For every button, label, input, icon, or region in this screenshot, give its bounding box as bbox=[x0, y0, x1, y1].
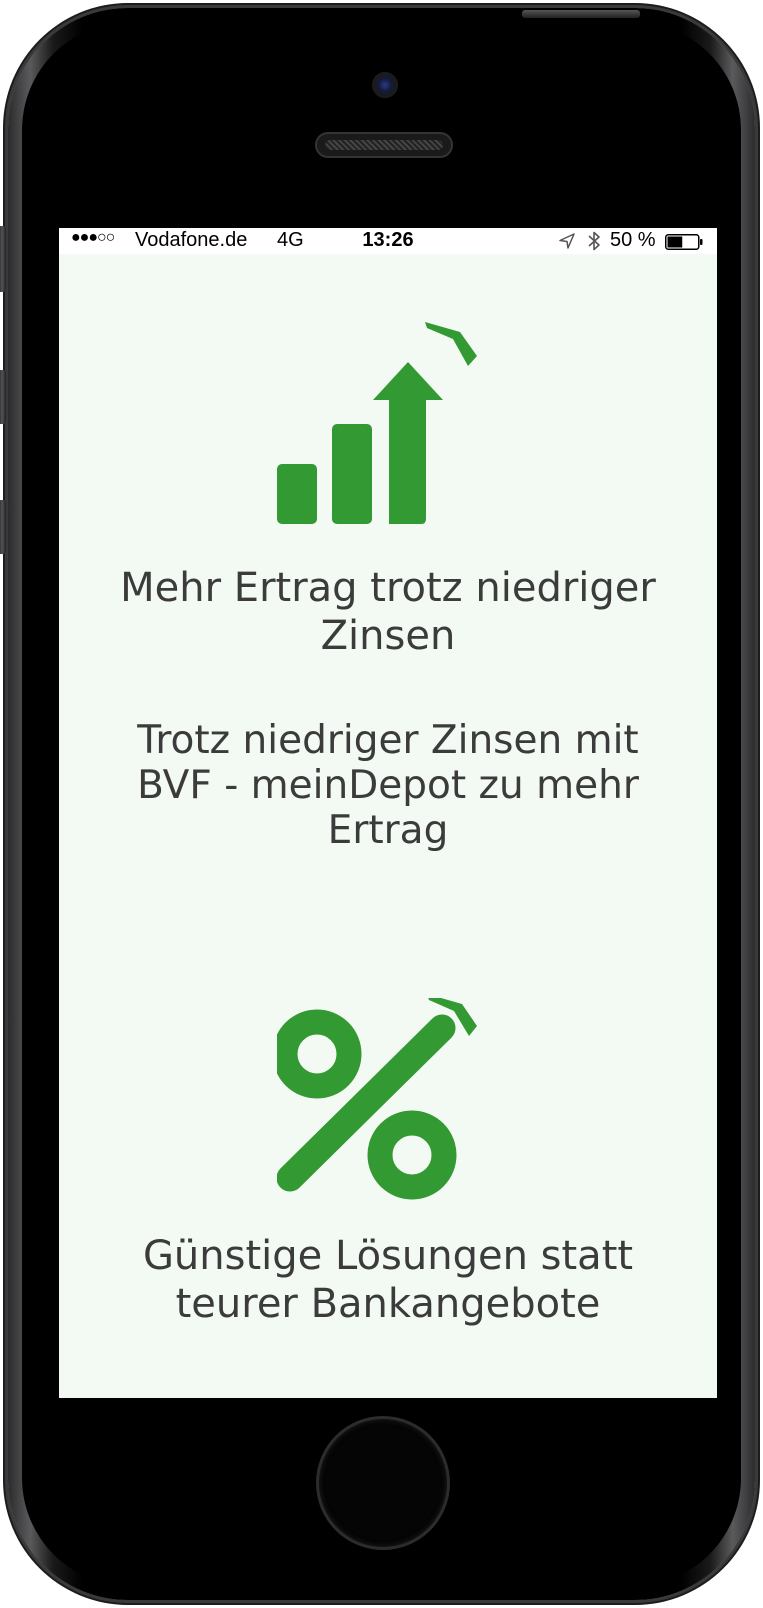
power-button bbox=[522, 10, 640, 18]
volume-up-button bbox=[0, 370, 6, 424]
app-screen: ●●●○○ Vodafone.de 4G 13:26 50 % Mehr Ert… bbox=[59, 228, 717, 1398]
volume-down-button bbox=[0, 500, 6, 554]
feature-title-returns: Mehr Ertrag trotz niedriger Zinsen bbox=[120, 565, 656, 659]
battery-icon bbox=[665, 234, 703, 250]
feature-title-low-cost: Günstige Lösungen statt teurer Bankangeb… bbox=[142, 1233, 634, 1327]
feature-description-returns: Trotz niedriger Zinsen mit BVF - meinDep… bbox=[137, 718, 639, 853]
mute-switch bbox=[0, 226, 6, 292]
bluetooth-icon bbox=[588, 231, 600, 251]
earpiece-speaker bbox=[315, 132, 453, 158]
status-bar: ●●●○○ Vodafone.de 4G 13:26 50 % bbox=[59, 228, 717, 254]
home-button[interactable] bbox=[319, 1419, 447, 1547]
front-camera bbox=[372, 72, 398, 98]
percent-icon bbox=[277, 998, 477, 1200]
battery-percentage: 50 % bbox=[610, 229, 656, 251]
growth-chart-icon bbox=[277, 322, 477, 524]
location-arrow-icon bbox=[559, 233, 575, 249]
